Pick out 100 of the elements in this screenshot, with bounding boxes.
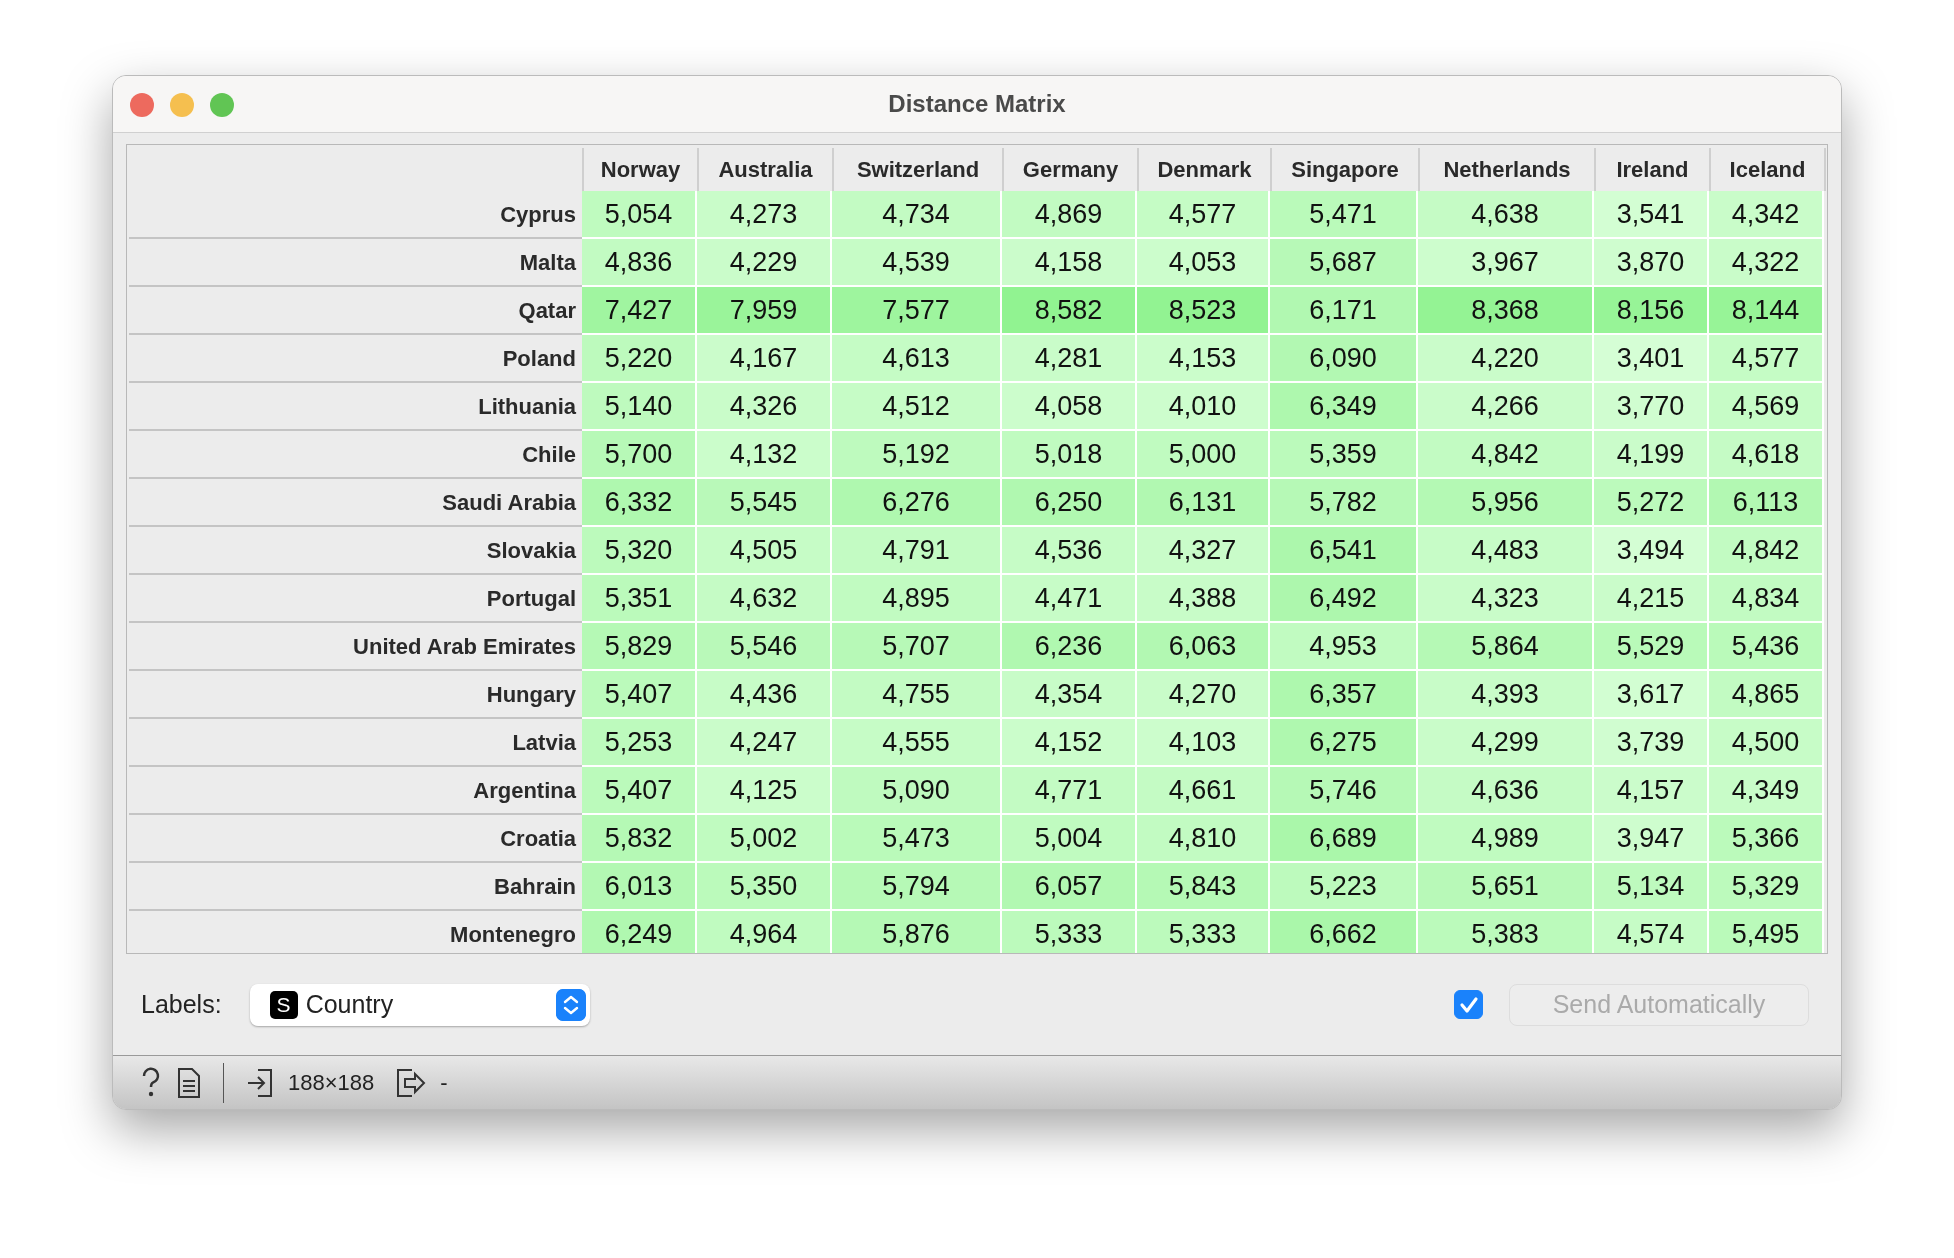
table-cell: 6,662 [1270,911,1418,953]
table-cell: 5,407 [582,671,697,719]
table-cell: 5,832 [582,815,697,863]
table-cell: 4,836 [582,239,697,287]
table-cell: 4,512 [832,383,1002,431]
table-cell: 6,249 [582,911,697,953]
table-cell: 5,700 [582,431,697,479]
labels-caption: Labels: [141,988,222,1020]
table-cell: 4,834 [1709,575,1824,623]
table-cell: 4,632 [697,575,832,623]
table-cell: 5,002 [697,815,832,863]
checkmark-icon [1458,995,1479,1014]
table-cell: 4,953 [1270,623,1418,671]
table-cell: 4,636 [1418,767,1594,815]
table-cell: 4,989 [1418,815,1594,863]
table-cell: 4,388 [1137,575,1270,623]
close-button[interactable] [130,93,154,117]
row-header: Latvia [129,719,582,767]
table-cell: 5,843 [1137,863,1270,911]
table-cell: 6,250 [1002,479,1137,527]
table-cell: 6,131 [1137,479,1270,527]
table-cell: 4,229 [697,239,832,287]
table-cell: 5,192 [832,431,1002,479]
output-icon [396,1067,427,1098]
table-cell: 5,220 [582,335,697,383]
table-cell: 6,349 [1270,383,1418,431]
table-cell: 5,687 [1270,239,1418,287]
table-cell: 5,090 [832,767,1002,815]
table-cell: 4,270 [1137,671,1270,719]
row-header: Lithuania [129,383,582,431]
table-cell: 3,617 [1594,671,1709,719]
row-header: Poland [129,335,582,383]
table-cell: 5,253 [582,719,697,767]
table-cell: 5,794 [832,863,1002,911]
table-cell: 6,236 [1002,623,1137,671]
row-header: Bahrain [129,863,582,911]
table-cell: 4,053 [1137,239,1270,287]
row-header: Qatar [129,287,582,335]
table-cell: 5,876 [832,911,1002,953]
table-cell: 4,483 [1418,527,1594,575]
table-cell: 5,956 [1418,479,1594,527]
table-cell: 4,167 [697,335,832,383]
table-cell: 5,329 [1709,863,1824,911]
table-cell: 4,273 [697,191,832,239]
table-cell: 5,366 [1709,815,1824,863]
table-cell: 4,010 [1137,383,1270,431]
table-cell: 4,354 [1002,671,1137,719]
table-cell: 7,427 [582,287,697,335]
row-header: Slovakia [129,527,582,575]
table-cell: 4,895 [832,575,1002,623]
row-header: Croatia [129,815,582,863]
string-type-icon: S [269,990,298,1019]
table-cell: 6,689 [1270,815,1418,863]
table-cell: 4,771 [1002,767,1137,815]
table-cell: 4,199 [1594,431,1709,479]
table-cell: 4,755 [832,671,1002,719]
table-cell: 5,829 [582,623,697,671]
input-icon [246,1067,274,1098]
table-cell: 5,529 [1594,623,1709,671]
table-cell: 8,144 [1709,287,1824,335]
table-cell: 6,171 [1270,287,1418,335]
window-title: Distance Matrix [888,89,1066,119]
table-cell: 6,332 [582,479,697,527]
table-cell: 6,063 [1137,623,1270,671]
labels-dropdown[interactable]: S Country [249,983,590,1026]
table-cell: 5,707 [832,623,1002,671]
table-cell: 5,140 [582,383,697,431]
table-cell: 5,407 [582,767,697,815]
table-cell: 4,299 [1418,719,1594,767]
table-cell: 3,401 [1594,335,1709,383]
table-cell: 5,651 [1418,863,1594,911]
table-cell: 4,215 [1594,575,1709,623]
zoom-button[interactable] [210,93,234,117]
table-cell: 4,791 [832,527,1002,575]
document-icon[interactable] [177,1067,201,1098]
table-cell: 4,539 [832,239,1002,287]
table-cell: 6,275 [1270,719,1418,767]
table-cell: 8,582 [1002,287,1137,335]
table-cell: 5,746 [1270,767,1418,815]
table-cell: 6,492 [1270,575,1418,623]
table-cell: 5,333 [1002,911,1137,953]
table-cell: 4,157 [1594,767,1709,815]
table-cell: 4,103 [1137,719,1270,767]
table-cell: 5,383 [1418,911,1594,953]
table-cell: 4,327 [1137,527,1270,575]
table-cell: 3,770 [1594,383,1709,431]
table-cell: 5,054 [582,191,697,239]
table-cell: 5,473 [832,815,1002,863]
output-count: - [440,1069,448,1097]
table-cell: 5,272 [1594,479,1709,527]
table-cell: 4,842 [1709,527,1824,575]
table-cell: 4,247 [697,719,832,767]
table-cell: 4,842 [1418,431,1594,479]
table-cell: 5,134 [1594,863,1709,911]
table-cell: 4,869 [1002,191,1137,239]
table-cell: 4,964 [697,911,832,953]
table-cell: 5,333 [1137,911,1270,953]
table-cell: 5,320 [582,527,697,575]
table-cell: 4,322 [1709,239,1824,287]
row-header: Chile [129,431,582,479]
